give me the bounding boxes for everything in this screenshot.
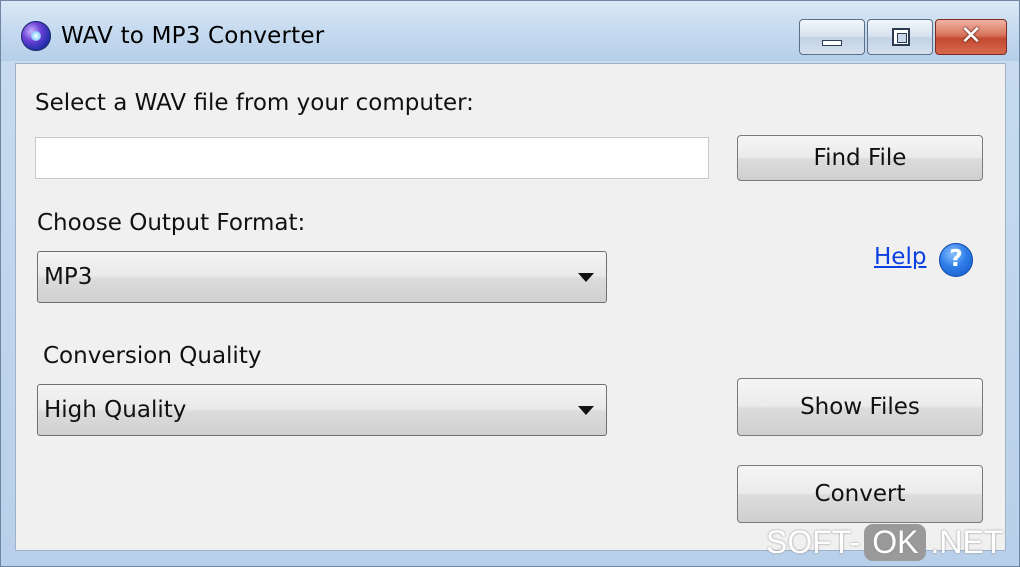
file-select-label: Select a WAV file from your computer:	[35, 90, 474, 116]
conversion-quality-select[interactable]: High Quality	[37, 384, 607, 436]
window-title: WAV to MP3 Converter	[61, 23, 325, 49]
file-path-input[interactable]	[35, 137, 709, 179]
close-icon: ✕	[960, 21, 982, 51]
main-panel: Select a WAV file from your computer: Fi…	[15, 63, 1006, 551]
watermark-part-3: .NET	[930, 523, 1004, 560]
conversion-quality-label: Conversion Quality	[43, 343, 262, 369]
minimize-button[interactable]	[799, 19, 865, 55]
watermark: SOFT- OK .NET	[766, 519, 1003, 565]
output-format-select[interactable]: MP3	[37, 251, 607, 303]
minimize-icon	[822, 40, 842, 46]
dropdown-arrow-icon	[578, 406, 594, 415]
maximize-button[interactable]	[867, 19, 933, 55]
dropdown-arrow-icon	[578, 273, 594, 282]
output-format-value: MP3	[44, 264, 93, 290]
title-bar[interactable]: WAV to MP3 Converter ✕	[1, 1, 1019, 61]
conversion-quality-value: High Quality	[44, 397, 187, 423]
watermark-part-1: SOFT-	[766, 523, 861, 560]
help-question-icon[interactable]: ?	[939, 243, 973, 277]
close-button[interactable]: ✕	[935, 19, 1007, 55]
watermark-part-2: OK	[864, 523, 927, 561]
output-format-label: Choose Output Format:	[37, 210, 306, 236]
help-link[interactable]: Help	[874, 244, 926, 270]
maximize-icon	[892, 28, 910, 46]
app-globe-icon	[21, 21, 51, 51]
show-files-button[interactable]: Show Files	[737, 378, 983, 436]
convert-button[interactable]: Convert	[737, 465, 983, 523]
find-file-button[interactable]: Find File	[737, 135, 983, 181]
app-window: WAV to MP3 Converter ✕ Select a WAV file…	[0, 0, 1020, 567]
